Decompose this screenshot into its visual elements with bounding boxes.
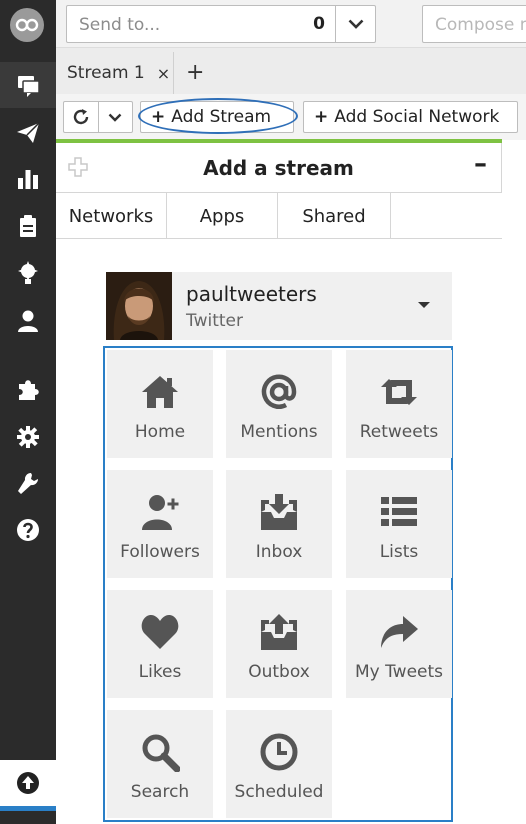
add-social-network-label: Add Social Network <box>334 107 500 127</box>
stream-tile-scheduled[interactable]: Scheduled <box>226 710 332 818</box>
compose-bar: Send to... 0 Compose message... <box>56 0 526 48</box>
analytics-icon[interactable] <box>0 156 56 202</box>
add-user-icon <box>142 495 180 530</box>
stream-tile-followers[interactable]: Followers <box>107 470 213 578</box>
stream-tile-lists[interactable]: Lists <box>346 470 452 578</box>
left-sidebar <box>0 0 56 824</box>
apps-icon[interactable] <box>0 366 56 412</box>
stream-tile-home[interactable]: Home <box>107 350 213 458</box>
tile-label: Home <box>134 422 186 442</box>
tile-label: Retweets <box>359 422 439 442</box>
add-social-network-button[interactable]: + Add Social Network <box>303 101 518 133</box>
account-network: Twitter <box>186 311 243 331</box>
panel-title: Add a stream <box>203 156 354 180</box>
stream-tabs-row: Stream 1 × + <box>56 48 526 94</box>
retweet-icon <box>381 379 417 405</box>
stream-tile-mentions[interactable]: Mentions <box>226 350 332 458</box>
outbox-icon <box>261 614 297 650</box>
stream-type-grid: Home Mentions Retweets Followers Inbox L… <box>103 346 453 822</box>
tile-label: My Tweets <box>354 662 444 682</box>
stream-tile-search[interactable]: Search <box>107 710 213 818</box>
sidebar-bottom <box>0 811 56 824</box>
compose-message-field[interactable]: Compose message... <box>422 5 526 43</box>
caret-down-icon[interactable] <box>418 302 430 308</box>
upload-icon[interactable] <box>0 760 56 806</box>
tab-stream-1[interactable]: Stream 1 × <box>56 52 174 94</box>
publisher-icon[interactable] <box>0 110 56 156</box>
tab-shared[interactable]: Shared <box>278 193 391 239</box>
tab-apps[interactable]: Apps <box>167 193 278 239</box>
add-tab-button[interactable]: + <box>186 62 204 84</box>
close-icon[interactable]: × <box>157 64 170 83</box>
account-selector[interactable]: paultweeters Twitter <box>106 272 452 340</box>
add-stream-panel-header: Add a stream – <box>56 143 502 193</box>
avatar <box>106 272 172 340</box>
send-to-placeholder: Send to... <box>79 15 161 35</box>
at-icon <box>261 374 297 409</box>
stream-source-tabs: Networks Apps Shared <box>56 193 502 239</box>
tools-icon[interactable] <box>0 460 56 506</box>
settings-icon[interactable] <box>0 414 56 460</box>
owl-logo-icon[interactable] <box>10 8 44 42</box>
tab-label: Stream 1 <box>67 63 145 83</box>
highlight-oval <box>138 98 298 134</box>
tile-label: Lists <box>379 542 419 562</box>
refresh-icon[interactable] <box>64 102 98 132</box>
home-icon <box>142 376 178 408</box>
stream-toolbar: + Add Stream + Add Social Network <box>56 94 526 140</box>
contacts-icon[interactable] <box>0 298 56 344</box>
send-to-field[interactable]: Send to... 0 <box>66 5 376 43</box>
assignments-icon[interactable] <box>0 203 56 249</box>
share-arrow-icon <box>381 616 418 648</box>
stream-tile-retweets[interactable]: Retweets <box>346 350 452 458</box>
tile-label: Outbox <box>248 662 310 682</box>
stream-tile-inbox[interactable]: Inbox <box>226 470 332 578</box>
stream-tile-likes[interactable]: Likes <box>107 590 213 698</box>
tile-label: Search <box>130 782 190 802</box>
tile-label: Likes <box>138 662 182 682</box>
plus-icon: + <box>314 107 329 127</box>
tile-label: Inbox <box>255 542 303 562</box>
clock-icon <box>260 733 298 771</box>
chevron-down-icon[interactable] <box>335 6 375 42</box>
tile-label: Followers <box>120 542 200 562</box>
tile-label: Mentions <box>240 422 318 442</box>
account-name: paultweeters <box>186 282 317 306</box>
tab-networks[interactable]: Networks <box>56 193 167 239</box>
tile-label: Scheduled <box>234 782 324 802</box>
compose-placeholder: Compose message... <box>435 15 526 35</box>
help-icon[interactable] <box>0 507 56 553</box>
refresh-control <box>63 101 133 133</box>
minimize-button[interactable]: – <box>474 151 487 177</box>
campaigns-icon[interactable] <box>0 250 56 296</box>
inbox-icon <box>261 494 297 530</box>
chevron-down-icon[interactable] <box>97 102 132 132</box>
stream-tile-my-tweets[interactable]: My Tweets <box>346 590 452 698</box>
streams-icon[interactable] <box>0 62 56 108</box>
heart-icon <box>141 615 179 649</box>
list-icon <box>381 497 417 526</box>
selected-profiles-count: 0 <box>313 14 325 34</box>
stream-tile-outbox[interactable]: Outbox <box>226 590 332 698</box>
search-icon <box>142 734 180 772</box>
